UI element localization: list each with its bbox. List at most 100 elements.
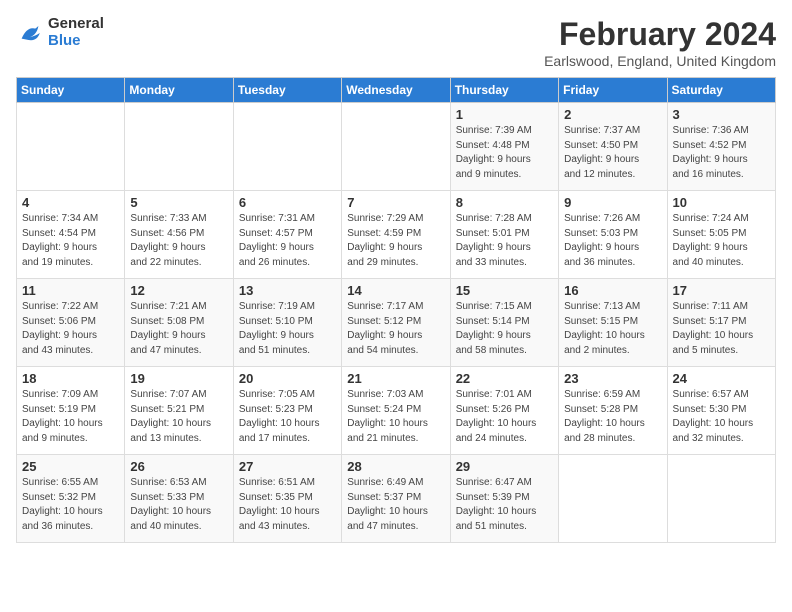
calendar-cell — [233, 103, 341, 191]
page-header: General Blue February 2024 Earlswood, En… — [16, 16, 776, 69]
day-info: Sunrise: 7:37 AM Sunset: 4:50 PM Dayligh… — [564, 124, 661, 182]
calendar-cell: 19 Sunrise: 7:07 AM Sunset: 5:21 PM Dayli… — [125, 367, 233, 455]
day-info: Sunrise: 7:03 AM Sunset: 5:24 PM Dayligh… — [347, 388, 444, 446]
day-number: 28 — [347, 459, 444, 474]
weekday-header-saturday: Saturday — [667, 78, 775, 103]
calendar-cell: 25Sunrise: 6:55 AM Sunset: 5:32 PM Dayli… — [17, 455, 125, 543]
day-info: Sunrise: 7:21 AM Sunset: 5:08 PM Dayligh… — [130, 300, 227, 358]
calendar-cell: 16 Sunrise: 7:13 AM Sunset: 5:15 PM Dayli… — [559, 279, 667, 367]
calendar-cell: 29Sunrise: 6:47 AM Sunset: 5:39 PM Dayli… — [450, 455, 558, 543]
calendar-cell — [559, 455, 667, 543]
day-number: 21 — [347, 371, 444, 386]
day-number: 25 — [22, 459, 119, 474]
day-number: 11 — [22, 283, 119, 298]
calendar-cell: 10 Sunrise: 7:24 AM Sunset: 5:05 PM Dayli… — [667, 191, 775, 279]
day-number: 5 — [130, 195, 227, 210]
calendar-table: SundayMondayTuesdayWednesdayThursdayFrid… — [16, 77, 776, 543]
weekday-header-row: SundayMondayTuesdayWednesdayThursdayFrid… — [17, 78, 776, 103]
day-number: 19 — [130, 371, 227, 386]
weekday-header-thursday: Thursday — [450, 78, 558, 103]
day-number: 15 — [456, 283, 553, 298]
calendar-cell: 27 Sunrise: 6:51 AM Sunset: 5:35 PM Dayli… — [233, 455, 341, 543]
calendar-cell: 12 Sunrise: 7:21 AM Sunset: 5:08 PM Dayli… — [125, 279, 233, 367]
day-number: 23 — [564, 371, 661, 386]
day-info: Sunrise: 7:34 AM Sunset: 4:54 PM Dayligh… — [22, 212, 119, 270]
weekday-header-sunday: Sunday — [17, 78, 125, 103]
day-number: 12 — [130, 283, 227, 298]
calendar-cell: 20 Sunrise: 7:05 AM Sunset: 5:23 PM Dayli… — [233, 367, 341, 455]
calendar-week-row: 25Sunrise: 6:55 AM Sunset: 5:32 PM Dayli… — [17, 455, 776, 543]
day-number: 13 — [239, 283, 336, 298]
day-info: Sunrise: 7:39 AM Sunset: 4:48 PM Dayligh… — [456, 124, 553, 182]
day-info: Sunrise: 7:11 AM Sunset: 5:17 PM Dayligh… — [673, 300, 770, 358]
weekday-header-wednesday: Wednesday — [342, 78, 450, 103]
day-info: Sunrise: 7:19 AM Sunset: 5:10 PM Dayligh… — [239, 300, 336, 358]
day-number: 16 — [564, 283, 661, 298]
calendar-cell: 6Sunrise: 7:31 AM Sunset: 4:57 PM Daylig… — [233, 191, 341, 279]
calendar-cell — [342, 103, 450, 191]
calendar-cell: 26 Sunrise: 6:53 AM Sunset: 5:33 PM Dayli… — [125, 455, 233, 543]
day-info: Sunrise: 7:15 AM Sunset: 5:14 PM Dayligh… — [456, 300, 553, 358]
day-info: Sunrise: 7:29 AM Sunset: 4:59 PM Dayligh… — [347, 212, 444, 270]
calendar-cell — [667, 455, 775, 543]
calendar-week-row: 11 Sunrise: 7:22 AM Sunset: 5:06 PM Dayli… — [17, 279, 776, 367]
calendar-cell: 2 Sunrise: 7:37 AM Sunset: 4:50 PM Daylig… — [559, 103, 667, 191]
calendar-cell: 9Sunrise: 7:26 AM Sunset: 5:03 PM Daylig… — [559, 191, 667, 279]
calendar-cell — [17, 103, 125, 191]
day-number: 7 — [347, 195, 444, 210]
day-info: Sunrise: 7:24 AM Sunset: 5:05 PM Dayligh… — [673, 212, 770, 270]
day-number: 26 — [130, 459, 227, 474]
calendar-cell: 17Sunrise: 7:11 AM Sunset: 5:17 PM Dayli… — [667, 279, 775, 367]
day-number: 1 — [456, 107, 553, 122]
day-info: Sunrise: 7:07 AM Sunset: 5:21 PM Dayligh… — [130, 388, 227, 446]
day-info: Sunrise: 6:51 AM Sunset: 5:35 PM Dayligh… — [239, 476, 336, 534]
day-info: Sunrise: 6:53 AM Sunset: 5:33 PM Dayligh… — [130, 476, 227, 534]
day-info: Sunrise: 7:28 AM Sunset: 5:01 PM Dayligh… — [456, 212, 553, 270]
day-number: 27 — [239, 459, 336, 474]
calendar-header: SundayMondayTuesdayWednesdayThursdayFrid… — [17, 78, 776, 103]
calendar-cell: 15 Sunrise: 7:15 AM Sunset: 5:14 PM Dayli… — [450, 279, 558, 367]
logo-general: General — [48, 15, 104, 32]
day-info: Sunrise: 7:01 AM Sunset: 5:26 PM Dayligh… — [456, 388, 553, 446]
day-info: Sunrise: 7:22 AM Sunset: 5:06 PM Dayligh… — [22, 300, 119, 358]
calendar-cell: 22 Sunrise: 7:01 AM Sunset: 5:26 PM Dayli… — [450, 367, 558, 455]
logo-blue: Blue — [48, 32, 81, 49]
day-info: Sunrise: 7:09 AM Sunset: 5:19 PM Dayligh… — [22, 388, 119, 446]
calendar-week-row: 18Sunrise: 7:09 AM Sunset: 5:19 PM Dayli… — [17, 367, 776, 455]
calendar-week-row: 4 Sunrise: 7:34 AM Sunset: 4:54 PM Daylig… — [17, 191, 776, 279]
day-number: 6 — [239, 195, 336, 210]
day-info: Sunrise: 6:57 AM Sunset: 5:30 PM Dayligh… — [673, 388, 770, 446]
day-number: 2 — [564, 107, 661, 122]
calendar-cell: 14 Sunrise: 7:17 AM Sunset: 5:12 PM Dayli… — [342, 279, 450, 367]
logo-bird-icon — [16, 19, 44, 47]
calendar-week-row: 1 Sunrise: 7:39 AM Sunset: 4:48 PM Daylig… — [17, 103, 776, 191]
logo: General Blue — [16, 16, 104, 49]
day-info: Sunrise: 7:13 AM Sunset: 5:15 PM Dayligh… — [564, 300, 661, 358]
day-number: 20 — [239, 371, 336, 386]
calendar-cell: 1 Sunrise: 7:39 AM Sunset: 4:48 PM Daylig… — [450, 103, 558, 191]
day-number: 10 — [673, 195, 770, 210]
weekday-header-tuesday: Tuesday — [233, 78, 341, 103]
weekday-header-monday: Monday — [125, 78, 233, 103]
calendar-cell: 28 Sunrise: 6:49 AM Sunset: 5:37 PM Dayli… — [342, 455, 450, 543]
day-number: 24 — [673, 371, 770, 386]
calendar-cell: 13 Sunrise: 7:19 AM Sunset: 5:10 PM Dayli… — [233, 279, 341, 367]
calendar-body: 1 Sunrise: 7:39 AM Sunset: 4:48 PM Daylig… — [17, 103, 776, 543]
calendar-cell: 3Sunrise: 7:36 AM Sunset: 4:52 PM Daylig… — [667, 103, 775, 191]
title-block: February 2024 Earlswood, England, United… — [544, 16, 776, 69]
calendar-cell: 7 Sunrise: 7:29 AM Sunset: 4:59 PM Daylig… — [342, 191, 450, 279]
day-number: 4 — [22, 195, 119, 210]
day-number: 9 — [564, 195, 661, 210]
day-info: Sunrise: 7:33 AM Sunset: 4:56 PM Dayligh… — [130, 212, 227, 270]
calendar-cell: 11 Sunrise: 7:22 AM Sunset: 5:06 PM Dayli… — [17, 279, 125, 367]
day-info: Sunrise: 7:17 AM Sunset: 5:12 PM Dayligh… — [347, 300, 444, 358]
day-info: Sunrise: 7:05 AM Sunset: 5:23 PM Dayligh… — [239, 388, 336, 446]
calendar-cell: 23Sunrise: 6:59 AM Sunset: 5:28 PM Dayli… — [559, 367, 667, 455]
day-number: 14 — [347, 283, 444, 298]
calendar-cell: 24 Sunrise: 6:57 AM Sunset: 5:30 PM Dayli… — [667, 367, 775, 455]
day-info: Sunrise: 6:49 AM Sunset: 5:37 PM Dayligh… — [347, 476, 444, 534]
day-info: Sunrise: 6:47 AM Sunset: 5:39 PM Dayligh… — [456, 476, 553, 534]
calendar-cell — [125, 103, 233, 191]
month-title: February 2024 — [544, 16, 776, 53]
day-number: 22 — [456, 371, 553, 386]
